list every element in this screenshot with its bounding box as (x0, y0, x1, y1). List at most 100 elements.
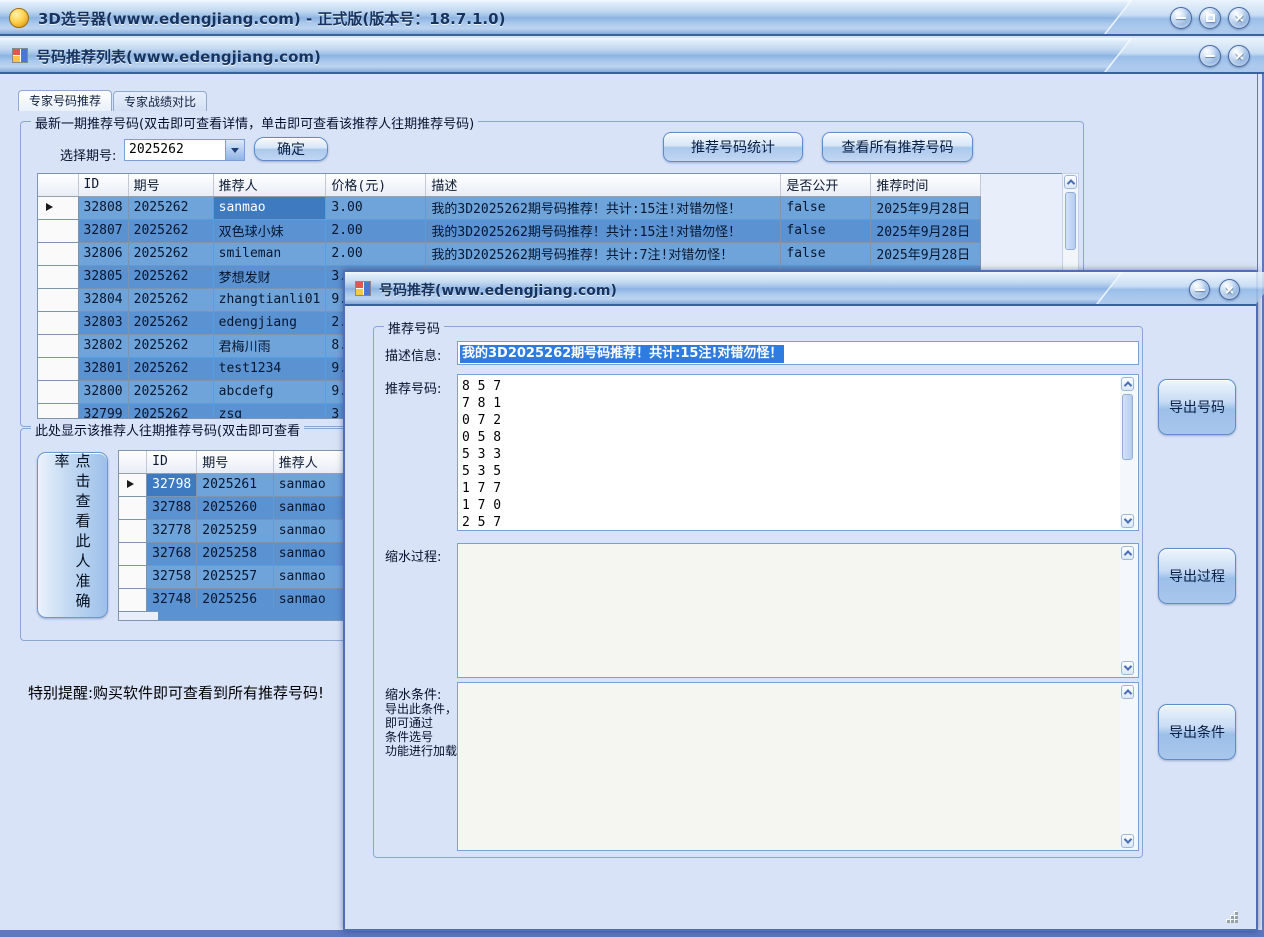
scroll-down-button[interactable] (1121, 514, 1134, 528)
partial-row (158, 608, 356, 620)
table-row[interactable]: 328082025262sanmao3.00我的3D2025262期号码推荐！共… (38, 196, 981, 219)
row-selector-cell[interactable] (38, 196, 78, 219)
grid-cell: 2.00 (326, 242, 426, 265)
row-selector-cell[interactable] (38, 219, 78, 242)
column-header[interactable]: 是否公开 (781, 174, 871, 196)
chevron-up-icon (1123, 550, 1131, 558)
table-row[interactable]: 327582025257sanmao (119, 565, 357, 588)
close-icon (1234, 51, 1245, 62)
close-button[interactable] (1228, 7, 1250, 29)
desktop: 3D选号器(www.edengjiang.com) - 正式版(版本号：18.7… (0, 0, 1264, 937)
grid-cell: 2025258 (197, 542, 273, 565)
history-grid[interactable]: ID期号推荐人 327982025261sanmao327882025260sa… (118, 450, 358, 621)
table-row[interactable]: 327782025259sanmao (119, 519, 357, 542)
grid-cell: 32806 (78, 242, 128, 265)
row-selector-header[interactable] (119, 451, 147, 473)
window-bottom-border (0, 930, 1264, 937)
period-combobox[interactable]: 2025262 (124, 139, 245, 161)
row-selector-header[interactable] (38, 174, 78, 196)
grid-cell: 32801 (78, 357, 128, 380)
process-textarea[interactable] (457, 543, 1139, 678)
desc-input[interactable]: 我的3D2025262期号码推荐！共计:15注!对错勿怪！ (457, 341, 1139, 365)
dialog-titlebar: 号码推荐(www.edengjiang.com) (345, 272, 1256, 306)
grid-cell: 32788 (147, 496, 197, 519)
grid-cell: test1234 (213, 357, 326, 380)
minimize-icon (1205, 55, 1215, 57)
column-header[interactable]: 期号 (197, 451, 273, 473)
period-value: 2025262 (125, 140, 225, 160)
row-selector-cell[interactable] (38, 357, 78, 380)
scroll-up-button[interactable] (1121, 685, 1134, 699)
accuracy-button[interactable]: 点击查看此人准确率 (37, 452, 108, 618)
row-selector-cell[interactable] (119, 519, 147, 542)
condition-textarea[interactable] (457, 682, 1139, 851)
grid-cell: abcdefg (213, 380, 326, 403)
row-selector-cell[interactable] (119, 473, 147, 496)
condition-note: 导出此条件，即可通过条件选号功能进行加载 (385, 702, 457, 758)
row-selector-cell[interactable] (119, 542, 147, 565)
combo-dropdown-button[interactable] (225, 140, 244, 160)
tab-expert-recommend[interactable]: 专家号码推荐 (18, 90, 112, 111)
grid-header-row[interactable]: ID期号推荐人 (119, 451, 357, 473)
row-selector-cell[interactable] (38, 242, 78, 265)
resize-grip[interactable] (1223, 908, 1238, 923)
view-all-button[interactable]: 查看所有推荐号码 (822, 132, 973, 162)
table-row[interactable]: 328072025262双色球小妹2.00我的3D2025262期号码推荐！共计… (38, 219, 981, 242)
column-header[interactable]: ID (147, 451, 197, 473)
minimize-button[interactable] (1199, 45, 1221, 67)
row-selector-cell[interactable] (38, 380, 78, 403)
scroll-up-button[interactable] (1121, 546, 1134, 560)
row-selector-cell[interactable] (119, 565, 147, 588)
maximize-button[interactable] (1199, 7, 1221, 29)
row-selector-cell[interactable] (119, 496, 147, 519)
grid-cell: 2025年9月28日 (871, 196, 981, 219)
close-button[interactable] (1219, 279, 1240, 300)
main-window-titlebar: 3D选号器(www.edengjiang.com) - 正式版(版本号：18.7… (0, 0, 1264, 36)
chevron-down-icon (231, 148, 239, 153)
column-header[interactable]: 价格(元) (326, 174, 426, 196)
column-header[interactable]: 推荐时间 (871, 174, 981, 196)
tab-expert-compare[interactable]: 专家战绩对比 (113, 91, 207, 111)
list-window-titlebar: 号码推荐列表(www.edengjiang.com) (0, 38, 1264, 74)
table-row[interactable]: 327682025258sanmao (119, 542, 357, 565)
numbers-textarea[interactable]: 8 5 7 7 8 1 0 7 2 0 5 8 5 3 3 5 3 5 1 7 … (457, 374, 1139, 531)
process-scrollbar[interactable] (1120, 545, 1137, 676)
scroll-up-button[interactable] (1064, 175, 1077, 189)
table-row[interactable]: 328062025262smileman2.00我的3D2025262期号码推荐… (38, 242, 981, 265)
column-header[interactable]: 描述 (426, 174, 781, 196)
scroll-down-button[interactable] (1121, 661, 1134, 675)
column-header[interactable]: 推荐人 (213, 174, 326, 196)
grid-cell: 2025262 (128, 219, 213, 242)
row-selector-cell[interactable] (38, 288, 78, 311)
minimize-button[interactable] (1189, 279, 1210, 300)
row-selector-cell[interactable] (119, 588, 147, 611)
row-selector-cell[interactable] (38, 403, 78, 419)
close-button[interactable] (1228, 45, 1250, 67)
grid-cell: 2025260 (197, 496, 273, 519)
chevron-up-icon (1066, 179, 1074, 187)
row-selector-cell[interactable] (38, 311, 78, 334)
column-header[interactable]: 期号 (128, 174, 213, 196)
stats-button[interactable]: 推荐号码统计 (663, 132, 803, 162)
grid-cell: 32803 (78, 311, 128, 334)
grid-cell: 3.00 (326, 196, 426, 219)
numbers-content: 8 5 7 7 8 1 0 7 2 0 5 8 5 3 3 5 3 5 1 7 … (462, 378, 501, 531)
table-row[interactable]: 327982025261sanmao (119, 473, 357, 496)
grid-cell: 2025257 (197, 565, 273, 588)
grid-header-row[interactable]: ID期号推荐人价格(元)描述是否公开推荐时间 (38, 174, 981, 196)
row-selector-cell[interactable] (38, 334, 78, 357)
numbers-scrollbar[interactable] (1120, 376, 1137, 529)
scroll-up-button[interactable] (1121, 377, 1134, 391)
scroll-down-button[interactable] (1121, 834, 1134, 848)
row-selector-cell[interactable] (38, 265, 78, 288)
table-row[interactable]: 327882025260sanmao (119, 496, 357, 519)
export-condition-button[interactable]: 导出条件 (1158, 704, 1236, 760)
minimize-button[interactable] (1170, 7, 1192, 29)
export-process-button[interactable]: 导出过程 (1158, 548, 1236, 604)
scrollbar-thumb[interactable] (1122, 394, 1133, 460)
column-header[interactable]: ID (78, 174, 128, 196)
scrollbar-thumb[interactable] (1065, 192, 1076, 250)
condition-scrollbar[interactable] (1120, 684, 1137, 849)
export-numbers-button[interactable]: 导出号码 (1158, 379, 1236, 435)
confirm-button[interactable]: 确定 (254, 137, 328, 161)
